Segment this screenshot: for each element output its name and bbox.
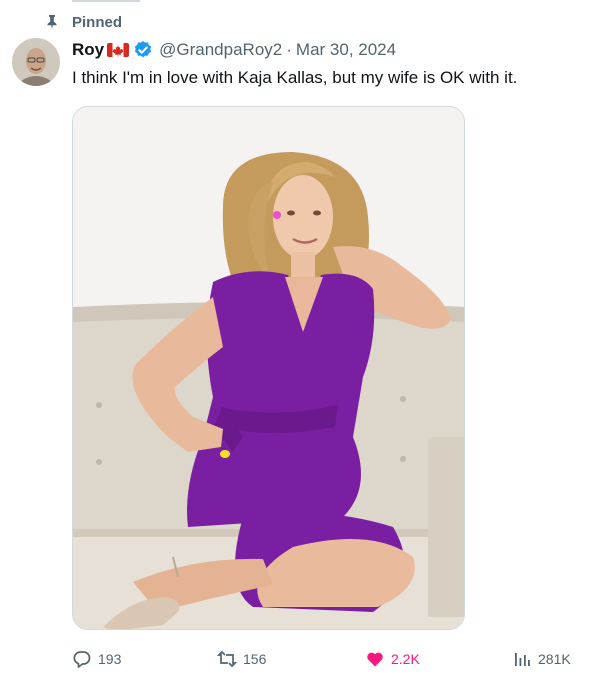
- pin-icon: [44, 14, 60, 30]
- tweet-photo[interactable]: [72, 106, 465, 630]
- view-count: 281K: [538, 651, 571, 667]
- author-name[interactable]: Roy: [72, 40, 104, 60]
- retweet-count: 156: [243, 651, 267, 667]
- tweet-header: Roy @GrandpaRoy2 · Mar 30, 2024: [72, 39, 396, 61]
- author-handle[interactable]: @GrandpaRoy2: [159, 40, 282, 60]
- header-separator: ·: [286, 40, 292, 59]
- reply-icon: [72, 649, 92, 669]
- pinned-label: Pinned: [72, 13, 123, 31]
- reply-button[interactable]: 193: [72, 645, 121, 673]
- tweet-date[interactable]: Mar 30, 2024: [296, 40, 396, 60]
- tweet-text: I think I'm in love with Kaja Kallas, bu…: [72, 68, 518, 87]
- views-button[interactable]: 281K: [512, 645, 571, 673]
- avatar[interactable]: [12, 38, 60, 86]
- like-count: 2.2K: [391, 651, 420, 667]
- heart-icon: [365, 649, 385, 669]
- verified-badge-icon[interactable]: [133, 40, 153, 60]
- views-chart-icon: [512, 649, 532, 669]
- canada-flag-icon: [107, 43, 130, 57]
- tweet-actions: 193 156 2.2K 281K: [72, 645, 592, 673]
- like-button[interactable]: 2.2K: [365, 645, 420, 673]
- reply-count: 193: [98, 651, 122, 667]
- top-accent-bar: [72, 0, 140, 2]
- retweet-button[interactable]: 156: [217, 645, 266, 673]
- pinned-indicator: Pinned: [44, 12, 122, 32]
- retweet-icon: [217, 649, 237, 669]
